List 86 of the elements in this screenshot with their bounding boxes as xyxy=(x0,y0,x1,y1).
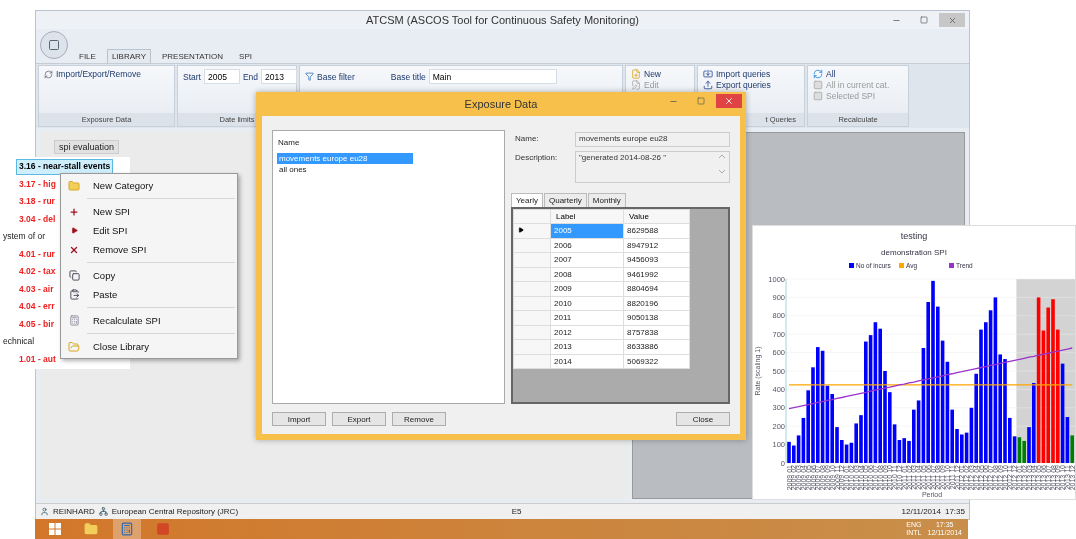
ribbon-tab[interactable]: FILE xyxy=(74,49,101,63)
ribbon-tab[interactable]: LIBRARY xyxy=(106,49,151,63)
field-label: Name: xyxy=(514,133,540,143)
menu-item[interactable]: Edit SPI xyxy=(61,221,237,240)
close-icon xyxy=(947,15,957,25)
tree-item[interactable]: ystem of or xyxy=(0,229,49,245)
close-button[interactable]: Close xyxy=(676,412,730,426)
column-header: Label xyxy=(550,209,624,224)
menu-item[interactable]: New SPI xyxy=(61,202,237,221)
menu-item[interactable]: New Category xyxy=(61,176,237,195)
tab[interactable]: Monthly xyxy=(587,193,626,207)
input-field[interactable]: Main xyxy=(428,69,557,84)
input-field[interactable]: 2013 xyxy=(261,69,298,84)
import-icon xyxy=(703,69,713,79)
column-header: Name xyxy=(277,137,301,149)
user-icon xyxy=(40,507,49,516)
close-button[interactable] xyxy=(939,13,965,27)
maximize-icon xyxy=(920,16,928,24)
tree-item[interactable]: 4.02 - tax xyxy=(16,264,59,280)
menu-item[interactable]: Copy xyxy=(61,266,237,285)
tree-item[interactable]: 4.01 - rur xyxy=(16,246,58,262)
scroll-arrows-icon xyxy=(718,153,726,175)
menu-item[interactable]: Close Library xyxy=(61,337,237,356)
dialog-title: Exposure Data xyxy=(464,98,538,110)
field-label: Base title xyxy=(390,71,426,82)
window-icon xyxy=(48,39,60,51)
tree-item[interactable]: 4.03 - air xyxy=(16,281,57,297)
triangle-icon xyxy=(70,227,78,234)
window-title: ATCSM (ASCOS Tool for Continuous Safety Monitoring) xyxy=(366,14,639,26)
menu-item[interactable]: Paste xyxy=(61,285,237,304)
menu-item[interactable]: Remove SPI xyxy=(61,240,237,259)
x-icon xyxy=(69,244,79,255)
list-item[interactable]: all ones xyxy=(277,164,413,175)
input-field[interactable]: 2005 xyxy=(203,69,240,84)
close-button[interactable] xyxy=(716,94,742,108)
cycle-icon xyxy=(44,69,53,79)
ribbon-button[interactable]: Import/Export/Remove xyxy=(44,69,169,79)
windows-logo-icon xyxy=(49,523,61,535)
ribbon-button[interactable]: Base filter xyxy=(305,71,355,82)
ribbon-tab[interactable]: SPI xyxy=(234,49,257,63)
dialog-button[interactable]: Import xyxy=(272,412,326,426)
maximize-icon xyxy=(697,97,705,105)
field-label: Description: xyxy=(514,152,559,162)
tree-item[interactable]: 4.04 - err xyxy=(16,299,58,315)
field-label: Start xyxy=(183,71,201,82)
tree-item[interactable]: 3.17 - hig xyxy=(16,176,59,192)
plus-icon xyxy=(69,206,79,217)
paste-icon xyxy=(68,289,80,300)
ribbon-button[interactable]: Import queries xyxy=(703,69,799,79)
current-row-icon xyxy=(518,227,524,234)
column-header: Value xyxy=(623,209,690,224)
ribbon-button[interactable]: All xyxy=(813,69,903,79)
tree-item[interactable]: 4.05 - bir xyxy=(16,316,57,332)
field-label: End xyxy=(242,71,259,82)
repository-name: European Central Repository (JRC) xyxy=(111,507,239,516)
chart-subtitle: demonstration SPI xyxy=(881,248,947,257)
dialog-button[interactable]: Remove xyxy=(392,412,446,426)
dialog-button[interactable]: Export xyxy=(332,412,386,426)
panel-tab[interactable]: spi evaluation xyxy=(54,140,120,154)
export-icon xyxy=(703,80,713,90)
network-icon xyxy=(98,507,108,516)
tree-item[interactable]: 3.04 - del xyxy=(16,211,59,227)
copy-icon xyxy=(68,270,80,281)
menu-item[interactable]: Recalculate SPI xyxy=(61,311,237,330)
filter-icon xyxy=(305,72,314,81)
taskbar-app[interactable] xyxy=(113,519,141,539)
calculator-icon xyxy=(68,315,80,326)
chart-title: testing xyxy=(900,231,928,241)
user-name: REINHARD xyxy=(53,507,95,516)
tree-item[interactable]: 3.16 - near-stall events xyxy=(16,159,114,175)
input-field[interactable]: movements europe eu28 xyxy=(575,132,730,147)
close-icon xyxy=(724,96,734,106)
ribbon-button[interactable]: Export queries xyxy=(703,80,799,90)
status-code: E5 xyxy=(511,507,522,516)
tab[interactable]: Quarterly xyxy=(543,193,587,207)
application-menu-button[interactable] xyxy=(40,31,68,59)
tree-item[interactable]: 1.01 - aut xyxy=(16,351,59,367)
refresh-icon xyxy=(813,69,823,79)
tab[interactable]: Yearly xyxy=(511,193,543,207)
text-area[interactable]: "generated 2014-08-26 " xyxy=(575,151,730,183)
status-time: 17:35 xyxy=(944,507,965,516)
status-date: 12/11/2014 xyxy=(901,507,941,516)
ribbon-button[interactable]: New xyxy=(631,69,689,79)
tree-item[interactable]: 3.18 - rur xyxy=(16,194,58,210)
tree-item[interactable]: echnical xyxy=(0,334,38,350)
ribbon-tab[interactable]: PRESENTATION xyxy=(157,49,229,63)
